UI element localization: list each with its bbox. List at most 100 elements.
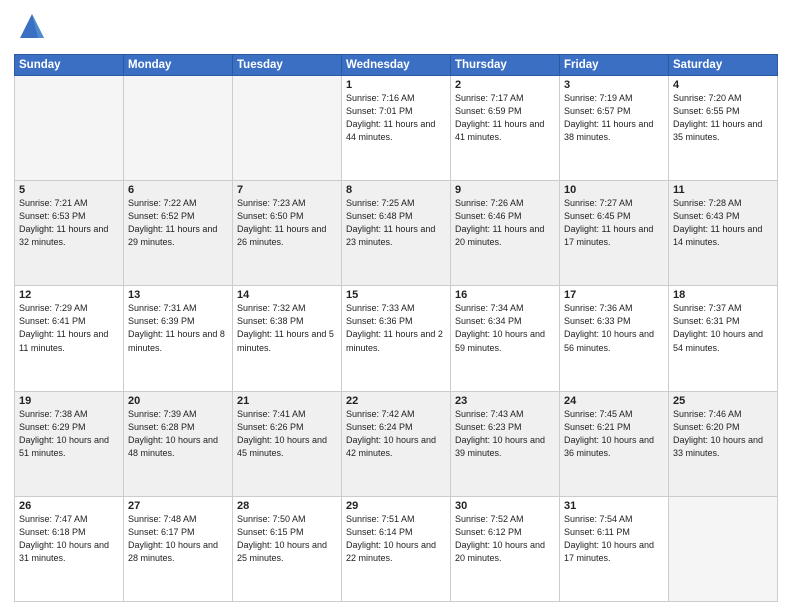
day-number: 31 xyxy=(564,500,664,512)
day-info: Sunrise: 7:22 AMSunset: 6:52 PMDaylight:… xyxy=(128,197,228,249)
day-number: 16 xyxy=(455,289,555,301)
calendar-week-row: 5Sunrise: 7:21 AMSunset: 6:53 PMDaylight… xyxy=(15,181,778,286)
calendar-cell: 30Sunrise: 7:52 AMSunset: 6:12 PMDayligh… xyxy=(451,496,560,601)
calendar-cell: 27Sunrise: 7:48 AMSunset: 6:17 PMDayligh… xyxy=(124,496,233,601)
day-number: 9 xyxy=(455,184,555,196)
day-number: 13 xyxy=(128,289,228,301)
day-number: 15 xyxy=(346,289,446,301)
day-info: Sunrise: 7:52 AMSunset: 6:12 PMDaylight:… xyxy=(455,513,555,565)
calendar-cell: 23Sunrise: 7:43 AMSunset: 6:23 PMDayligh… xyxy=(451,391,560,496)
calendar-cell: 14Sunrise: 7:32 AMSunset: 6:38 PMDayligh… xyxy=(233,286,342,391)
calendar-cell: 15Sunrise: 7:33 AMSunset: 6:36 PMDayligh… xyxy=(342,286,451,391)
day-number: 24 xyxy=(564,395,664,407)
day-number: 28 xyxy=(237,500,337,512)
calendar-cell: 3Sunrise: 7:19 AMSunset: 6:57 PMDaylight… xyxy=(560,76,669,181)
day-number: 19 xyxy=(19,395,119,407)
day-info: Sunrise: 7:39 AMSunset: 6:28 PMDaylight:… xyxy=(128,408,228,460)
calendar-cell: 6Sunrise: 7:22 AMSunset: 6:52 PMDaylight… xyxy=(124,181,233,286)
day-info: Sunrise: 7:50 AMSunset: 6:15 PMDaylight:… xyxy=(237,513,337,565)
day-info: Sunrise: 7:23 AMSunset: 6:50 PMDaylight:… xyxy=(237,197,337,249)
calendar-cell: 13Sunrise: 7:31 AMSunset: 6:39 PMDayligh… xyxy=(124,286,233,391)
calendar-cell: 2Sunrise: 7:17 AMSunset: 6:59 PMDaylight… xyxy=(451,76,560,181)
calendar-cell: 7Sunrise: 7:23 AMSunset: 6:50 PMDaylight… xyxy=(233,181,342,286)
day-number: 20 xyxy=(128,395,228,407)
calendar-cell: 1Sunrise: 7:16 AMSunset: 7:01 PMDaylight… xyxy=(342,76,451,181)
day-info: Sunrise: 7:43 AMSunset: 6:23 PMDaylight:… xyxy=(455,408,555,460)
calendar-cell: 26Sunrise: 7:47 AMSunset: 6:18 PMDayligh… xyxy=(15,496,124,601)
day-info: Sunrise: 7:27 AMSunset: 6:45 PMDaylight:… xyxy=(564,197,664,249)
day-info: Sunrise: 7:25 AMSunset: 6:48 PMDaylight:… xyxy=(346,197,446,249)
calendar-cell: 31Sunrise: 7:54 AMSunset: 6:11 PMDayligh… xyxy=(560,496,669,601)
header xyxy=(14,10,778,46)
weekday-header-monday: Monday xyxy=(124,55,233,76)
day-number: 21 xyxy=(237,395,337,407)
day-number: 6 xyxy=(128,184,228,196)
day-info: Sunrise: 7:41 AMSunset: 6:26 PMDaylight:… xyxy=(237,408,337,460)
calendar-cell xyxy=(669,496,778,601)
calendar-cell: 9Sunrise: 7:26 AMSunset: 6:46 PMDaylight… xyxy=(451,181,560,286)
calendar-cell xyxy=(15,76,124,181)
calendar-cell: 25Sunrise: 7:46 AMSunset: 6:20 PMDayligh… xyxy=(669,391,778,496)
calendar-cell: 5Sunrise: 7:21 AMSunset: 6:53 PMDaylight… xyxy=(15,181,124,286)
day-number: 10 xyxy=(564,184,664,196)
calendar-cell xyxy=(233,76,342,181)
day-number: 11 xyxy=(673,184,773,196)
day-info: Sunrise: 7:17 AMSunset: 6:59 PMDaylight:… xyxy=(455,92,555,144)
calendar-cell: 11Sunrise: 7:28 AMSunset: 6:43 PMDayligh… xyxy=(669,181,778,286)
day-number: 30 xyxy=(455,500,555,512)
day-info: Sunrise: 7:33 AMSunset: 6:36 PMDaylight:… xyxy=(346,302,446,354)
weekday-header-sunday: Sunday xyxy=(15,55,124,76)
day-info: Sunrise: 7:45 AMSunset: 6:21 PMDaylight:… xyxy=(564,408,664,460)
day-info: Sunrise: 7:20 AMSunset: 6:55 PMDaylight:… xyxy=(673,92,773,144)
calendar-cell: 24Sunrise: 7:45 AMSunset: 6:21 PMDayligh… xyxy=(560,391,669,496)
day-info: Sunrise: 7:19 AMSunset: 6:57 PMDaylight:… xyxy=(564,92,664,144)
calendar-cell xyxy=(124,76,233,181)
day-number: 12 xyxy=(19,289,119,301)
calendar-cell: 12Sunrise: 7:29 AMSunset: 6:41 PMDayligh… xyxy=(15,286,124,391)
day-number: 14 xyxy=(237,289,337,301)
calendar-cell: 22Sunrise: 7:42 AMSunset: 6:24 PMDayligh… xyxy=(342,391,451,496)
page: SundayMondayTuesdayWednesdayThursdayFrid… xyxy=(0,0,792,612)
day-info: Sunrise: 7:34 AMSunset: 6:34 PMDaylight:… xyxy=(455,302,555,354)
weekday-header-tuesday: Tuesday xyxy=(233,55,342,76)
weekday-header-saturday: Saturday xyxy=(669,55,778,76)
day-info: Sunrise: 7:46 AMSunset: 6:20 PMDaylight:… xyxy=(673,408,773,460)
day-number: 23 xyxy=(455,395,555,407)
calendar-week-row: 26Sunrise: 7:47 AMSunset: 6:18 PMDayligh… xyxy=(15,496,778,601)
day-info: Sunrise: 7:29 AMSunset: 6:41 PMDaylight:… xyxy=(19,302,119,354)
day-info: Sunrise: 7:42 AMSunset: 6:24 PMDaylight:… xyxy=(346,408,446,460)
day-number: 17 xyxy=(564,289,664,301)
day-info: Sunrise: 7:54 AMSunset: 6:11 PMDaylight:… xyxy=(564,513,664,565)
day-info: Sunrise: 7:47 AMSunset: 6:18 PMDaylight:… xyxy=(19,513,119,565)
day-number: 2 xyxy=(455,79,555,91)
calendar-cell: 18Sunrise: 7:37 AMSunset: 6:31 PMDayligh… xyxy=(669,286,778,391)
calendar-cell: 20Sunrise: 7:39 AMSunset: 6:28 PMDayligh… xyxy=(124,391,233,496)
weekday-header-friday: Friday xyxy=(560,55,669,76)
calendar-week-row: 12Sunrise: 7:29 AMSunset: 6:41 PMDayligh… xyxy=(15,286,778,391)
day-info: Sunrise: 7:51 AMSunset: 6:14 PMDaylight:… xyxy=(346,513,446,565)
day-number: 25 xyxy=(673,395,773,407)
weekday-header-wednesday: Wednesday xyxy=(342,55,451,76)
day-number: 27 xyxy=(128,500,228,512)
day-info: Sunrise: 7:37 AMSunset: 6:31 PMDaylight:… xyxy=(673,302,773,354)
weekday-header-thursday: Thursday xyxy=(451,55,560,76)
calendar-cell: 21Sunrise: 7:41 AMSunset: 6:26 PMDayligh… xyxy=(233,391,342,496)
calendar-table: SundayMondayTuesdayWednesdayThursdayFrid… xyxy=(14,54,778,602)
calendar-week-row: 1Sunrise: 7:16 AMSunset: 7:01 PMDaylight… xyxy=(15,76,778,181)
day-number: 7 xyxy=(237,184,337,196)
day-number: 4 xyxy=(673,79,773,91)
calendar-cell: 17Sunrise: 7:36 AMSunset: 6:33 PMDayligh… xyxy=(560,286,669,391)
day-number: 8 xyxy=(346,184,446,196)
day-number: 22 xyxy=(346,395,446,407)
day-number: 26 xyxy=(19,500,119,512)
day-info: Sunrise: 7:16 AMSunset: 7:01 PMDaylight:… xyxy=(346,92,446,144)
day-info: Sunrise: 7:31 AMSunset: 6:39 PMDaylight:… xyxy=(128,302,228,354)
day-info: Sunrise: 7:36 AMSunset: 6:33 PMDaylight:… xyxy=(564,302,664,354)
day-number: 5 xyxy=(19,184,119,196)
day-info: Sunrise: 7:38 AMSunset: 6:29 PMDaylight:… xyxy=(19,408,119,460)
logo-icon xyxy=(14,10,50,46)
day-info: Sunrise: 7:21 AMSunset: 6:53 PMDaylight:… xyxy=(19,197,119,249)
day-info: Sunrise: 7:48 AMSunset: 6:17 PMDaylight:… xyxy=(128,513,228,565)
calendar-cell: 4Sunrise: 7:20 AMSunset: 6:55 PMDaylight… xyxy=(669,76,778,181)
weekday-header-row: SundayMondayTuesdayWednesdayThursdayFrid… xyxy=(15,55,778,76)
